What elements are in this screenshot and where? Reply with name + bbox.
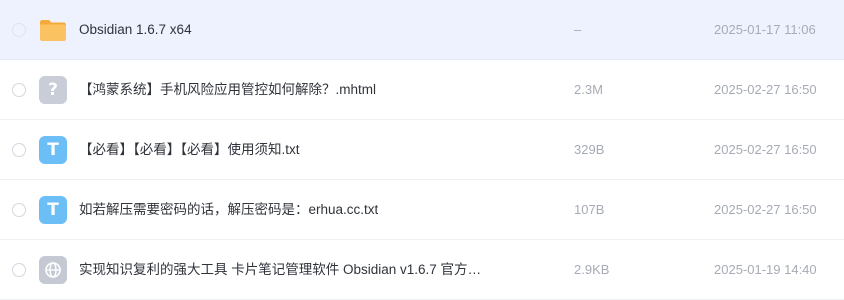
- row-checkbox[interactable]: [12, 203, 26, 217]
- row-checkbox[interactable]: [12, 263, 26, 277]
- folder-icon: [39, 16, 67, 44]
- file-date: 2025-02-27 16:50: [714, 82, 817, 97]
- file-name[interactable]: 如若解压需要密码的话，解压密码是：erhua.cc.txt: [79, 180, 378, 240]
- file-size: 107B: [574, 202, 605, 217]
- file-row[interactable]: T 【必看】【必看】【必看】使用须知.txt 329B 2025-02-27 1…: [0, 120, 844, 180]
- file-date: 2025-02-27 16:50: [714, 142, 817, 157]
- file-row[interactable]: T 如若解压需要密码的话，解压密码是：erhua.cc.txt 107B 202…: [0, 180, 844, 240]
- file-name[interactable]: 【必看】【必看】【必看】使用须知.txt: [79, 120, 300, 180]
- file-date: 2025-01-17 11:06: [714, 22, 816, 37]
- file-name[interactable]: 【鸿蒙系统】手机风险应用管控如何解除？.mhtml: [79, 60, 376, 120]
- text-file-icon: T: [39, 196, 67, 224]
- file-name[interactable]: Obsidian 1.6.7 x64: [79, 0, 192, 60]
- file-date: 2025-02-27 16:50: [714, 202, 817, 217]
- file-size: 2.3M: [574, 82, 603, 97]
- text-file-icon: T: [39, 136, 67, 164]
- file-size: –: [574, 22, 582, 37]
- file-name[interactable]: 实现知识复利的强大工具 卡片笔记管理软件 Obsidian v1.6.7 官方免…: [79, 240, 489, 300]
- file-size: 329B: [574, 142, 605, 157]
- file-list: Obsidian 1.6.7 x64 – 2025-01-17 11:06 ? …: [0, 0, 844, 300]
- file-size: 2.9KB: [574, 262, 610, 277]
- file-date: 2025-01-19 14:40: [714, 262, 817, 277]
- file-row[interactable]: 实现知识复利的强大工具 卡片笔记管理软件 Obsidian v1.6.7 官方免…: [0, 240, 844, 300]
- unknown-file-icon: ?: [39, 76, 67, 104]
- file-row[interactable]: ? 【鸿蒙系统】手机风险应用管控如何解除？.mhtml 2.3M 2025-02…: [0, 60, 844, 120]
- web-link-icon: [39, 256, 67, 284]
- row-checkbox[interactable]: [12, 143, 26, 157]
- row-checkbox[interactable]: [12, 83, 26, 97]
- row-checkbox[interactable]: [12, 23, 26, 37]
- file-row[interactable]: Obsidian 1.6.7 x64 – 2025-01-17 11:06: [0, 0, 844, 60]
